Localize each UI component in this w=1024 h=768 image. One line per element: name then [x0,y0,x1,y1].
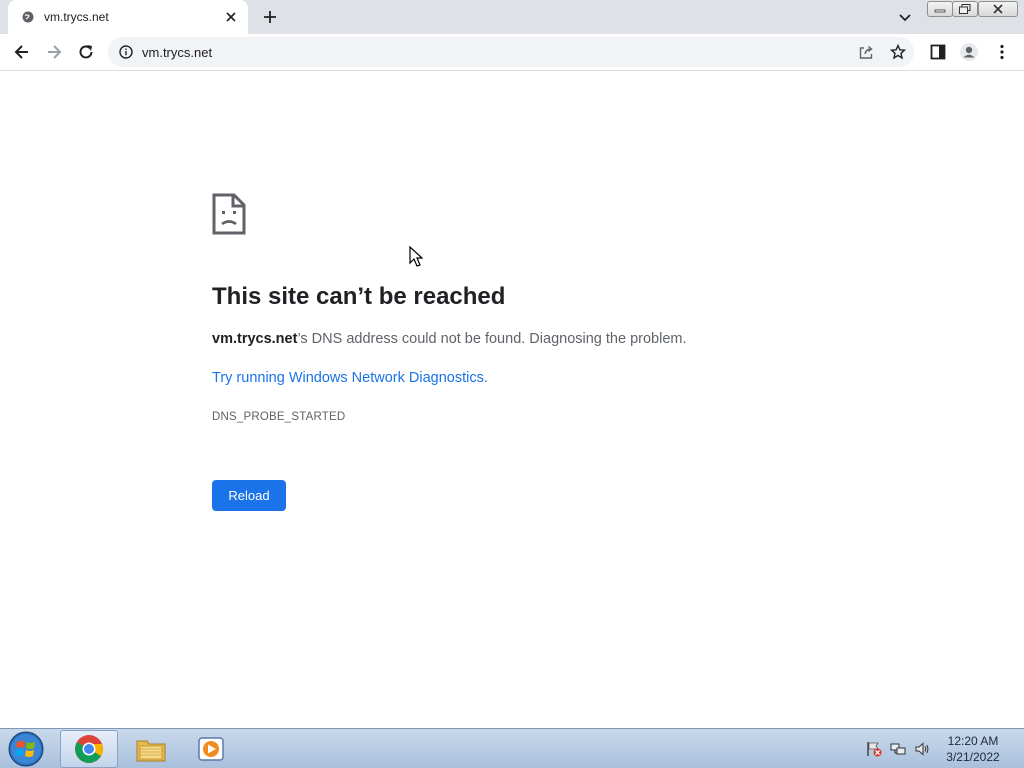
info-icon[interactable] [119,45,133,59]
browser-toolbar: vm.trycs.net [0,34,1024,71]
link-trailing-period: . [483,370,488,386]
chrome-icon [75,735,103,763]
close-icon [993,4,1003,14]
minimize-icon [934,9,946,13]
reload-button[interactable]: Reload [212,480,286,511]
screen: vm.trycs.net vm.trycs.net This site can’… [0,0,1024,768]
taskbar-file-explorer-button[interactable] [122,730,180,768]
maximize-icon [959,4,971,14]
tab-title: vm.trycs.net [44,10,109,24]
chevron-down-icon[interactable] [897,9,913,25]
clock-date: 3/21/2022 [946,750,1000,764]
error-code: DNS_PROBE_STARTED [212,411,346,423]
volume-icon[interactable] [914,741,930,757]
maximize-button[interactable] [952,1,978,17]
taskbar-chrome-button[interactable] [60,730,118,768]
taskbar: 12:20 AM 3/21/2022 [0,728,1024,768]
network-diagnostics-link[interactable]: Try running Windows Network Diagnostics [212,370,484,386]
minimize-button[interactable] [927,1,953,17]
window-close-button[interactable] [978,1,1018,17]
error-message-text: ’s DNS address could not be found. Diagn… [297,331,687,347]
network-diagnostics-link-row: Try running Windows Network Diagnostics. [212,370,488,386]
mouse-cursor-icon [409,246,423,267]
network-icon[interactable] [890,741,906,757]
side-panel-icon[interactable] [928,42,948,62]
system-clock[interactable]: 12:20 AM 3/21/2022 [940,733,1006,765]
error-message: vm.trycs.net’s DNS address could not be … [212,331,687,347]
globe-icon [22,11,34,23]
tab-strip: vm.trycs.net [0,0,1024,34]
arrow-left-icon[interactable] [12,42,32,62]
share-icon[interactable] [858,44,874,60]
sad-page-icon [212,193,246,235]
plus-icon[interactable] [262,9,278,25]
url-text: vm.trycs.net [142,45,213,60]
star-icon[interactable] [890,44,906,60]
profile-icon[interactable] [959,42,979,62]
close-icon[interactable] [224,10,238,24]
action-center-flag-icon[interactable] [866,741,882,757]
clock-time: 12:20 AM [947,734,999,748]
tab-active[interactable]: vm.trycs.net [8,0,248,34]
windows-start-icon[interactable] [6,730,46,768]
error-title: This site can’t be reached [212,283,506,310]
taskbar-media-player-button[interactable] [182,730,240,768]
arrow-right-icon[interactable] [44,42,64,62]
reload-icon[interactable] [76,42,96,62]
media-player-icon [198,737,224,761]
more-vert-icon[interactable] [992,42,1012,62]
error-page: This site can’t be reached vm.trycs.net’… [0,71,1024,728]
error-host: vm.trycs.net [212,331,298,347]
address-bar[interactable]: vm.trycs.net [108,37,914,67]
file-explorer-icon [136,740,166,762]
